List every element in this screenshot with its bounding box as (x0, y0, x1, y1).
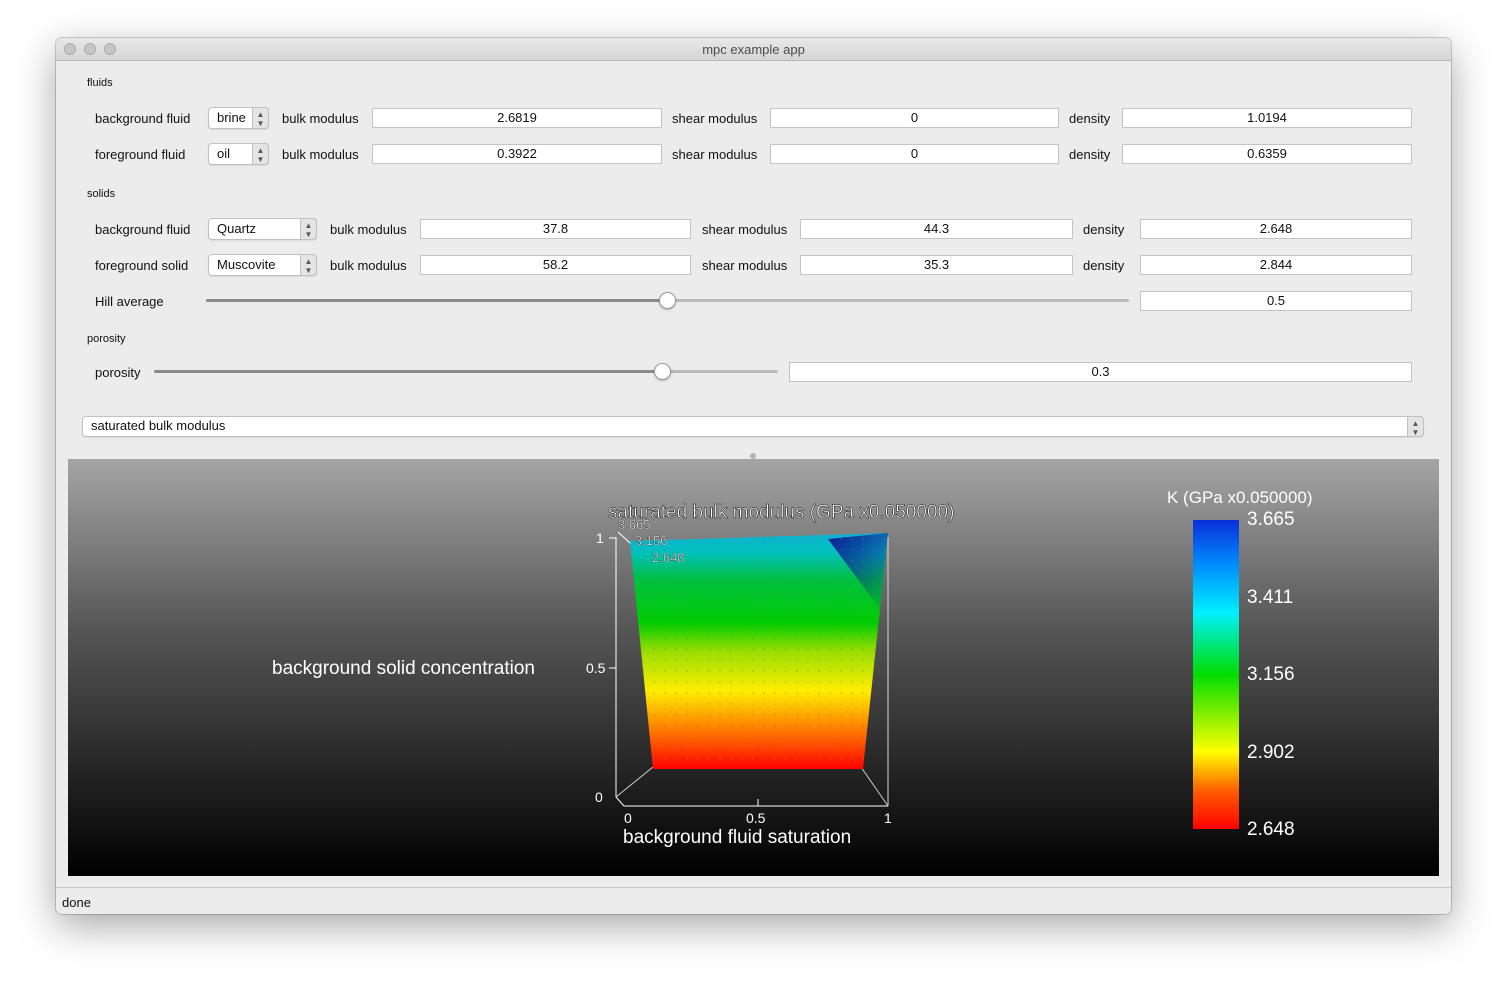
bulk-modulus-label: bulk modulus (282, 147, 359, 162)
bulk-modulus-label: bulk modulus (330, 222, 407, 237)
background-fluid-bulk-modulus-field[interactable]: 2.6819 (372, 108, 662, 128)
density-label: density (1083, 222, 1125, 237)
surface-mesh-points (630, 533, 888, 769)
window-title: mpc example app (702, 42, 805, 57)
density-label: density (1069, 111, 1111, 126)
z-tick-3665: 3.665 (618, 517, 651, 532)
porosity-label: porosity (95, 365, 141, 380)
background-solid-label: background fluid (95, 222, 191, 237)
colorbar-tick-2648: 2.648 (1247, 819, 1295, 840)
shear-modulus-label: shear modulus (702, 258, 788, 273)
background-solid-bulk-modulus-field[interactable]: 37.8 (420, 219, 691, 239)
colorbar-title: K (GPa x0.050000) (1167, 488, 1313, 507)
foreground-solid-shear-modulus-field[interactable]: 35.3 (800, 255, 1073, 275)
background-fluid-shear-modulus-field[interactable]: 0 (770, 108, 1059, 128)
status-text: done (62, 895, 91, 910)
background-solid-select-value: Quartz (217, 221, 257, 236)
section-label-fluids: fluids (87, 77, 113, 89)
hill-average-label: Hill average (95, 294, 164, 309)
status-bar: done (56, 887, 1451, 914)
colorbar-tick-3156: 3.156 (1247, 664, 1295, 685)
porosity-slider-handle[interactable] (654, 363, 671, 380)
foreground-solid-label: foreground solid (95, 258, 189, 273)
y-axis-label: background solid concentration (272, 658, 535, 679)
hill-average-slider-handle[interactable] (659, 292, 676, 309)
colorbar-tick-2902: 2.902 (1247, 742, 1295, 763)
x-tick-0: 0 (624, 810, 632, 826)
background-solid-shear-modulus-field[interactable]: 44.3 (800, 219, 1073, 239)
x-axis-label: background fluid saturation (623, 827, 851, 848)
background-solid-select[interactable]: Quartz ▲ ▼ (208, 218, 317, 240)
shear-modulus-label: shear modulus (672, 147, 758, 162)
background-fluid-select-value: brine (217, 110, 246, 125)
z-tick-3156: 3.156 (635, 533, 668, 548)
foreground-fluid-select-value: oil (217, 146, 231, 161)
plot-svg: saturated bulk modulus (GPa x0.050000) 1… (272, 488, 1313, 848)
foreground-solid-density-field[interactable]: 2.844 (1140, 255, 1412, 275)
floor-edge-right (860, 766, 889, 807)
porosity-value-field[interactable]: 0.3 (789, 362, 1412, 382)
foreground-solid-select[interactable]: Muscovite ▲ ▼ (208, 254, 317, 276)
chevron-updown-icon: ▲ ▼ (300, 254, 317, 276)
chevron-updown-icon: ▲ ▼ (1407, 416, 1424, 437)
plot-viewport[interactable]: saturated bulk modulus (GPa x0.050000) 1… (68, 459, 1439, 876)
background-fluid-select[interactable]: brine ▲ ▼ (208, 107, 269, 129)
porosity-slider-fill (154, 370, 662, 373)
foreground-solid-select-value: Muscovite (217, 257, 276, 272)
axis-corner-line (615, 796, 625, 807)
foreground-fluid-label: foreground fluid (95, 147, 186, 162)
background-fluid-label: background fluid (95, 111, 191, 126)
density-label: density (1069, 147, 1111, 162)
background-solid-density-field[interactable]: 2.648 (1140, 219, 1412, 239)
plot-title: saturated bulk modulus (GPa x0.050000) (608, 502, 954, 523)
foreground-fluid-bulk-modulus-field[interactable]: 0.3922 (372, 144, 662, 164)
chevron-updown-icon: ▲ ▼ (252, 107, 269, 129)
floor-edge-left (615, 766, 654, 798)
foreground-fluid-select[interactable]: oil ▲ ▼ (208, 143, 269, 165)
background-fluid-density-field[interactable]: 1.0194 (1122, 108, 1412, 128)
bulk-modulus-label: bulk modulus (330, 258, 407, 273)
section-label-porosity: porosity (87, 333, 126, 345)
chevron-updown-icon: ▲ ▼ (252, 143, 269, 165)
z-tick-2648: 2.648 (652, 550, 685, 565)
foreground-fluid-shear-modulus-field[interactable]: 0 (770, 144, 1059, 164)
foreground-solid-bulk-modulus-field[interactable]: 58.2 (420, 255, 691, 275)
property-select[interactable]: saturated bulk modulus ▲ ▼ (82, 416, 1424, 437)
y-tick-0-5: 0.5 (586, 660, 606, 676)
colorbar-tick-3665: 3.665 (1247, 509, 1295, 530)
section-label-solids: solids (87, 188, 116, 200)
x-tick-1: 1 (884, 810, 892, 826)
colorbar (1193, 520, 1239, 829)
app-window: mpc example app fluids background fluid … (56, 38, 1451, 914)
foreground-fluid-density-field[interactable]: 0.6359 (1122, 144, 1412, 164)
title-bar: mpc example app (56, 38, 1451, 61)
chevron-updown-icon: ▲ ▼ (300, 218, 317, 240)
bulk-modulus-label: bulk modulus (282, 111, 359, 126)
x-tick-0-5: 0.5 (746, 810, 766, 826)
shear-modulus-label: shear modulus (702, 222, 788, 237)
shear-modulus-label: shear modulus (672, 111, 758, 126)
property-select-value: saturated bulk modulus (91, 418, 226, 433)
y-tick-0: 0 (595, 789, 603, 805)
y-tick-1: 1 (596, 530, 604, 546)
hill-average-slider-fill (206, 299, 668, 302)
density-label: density (1083, 258, 1125, 273)
hill-average-value-field[interactable]: 0.5 (1140, 291, 1412, 311)
colorbar-tick-3411: 3.411 (1247, 587, 1293, 608)
